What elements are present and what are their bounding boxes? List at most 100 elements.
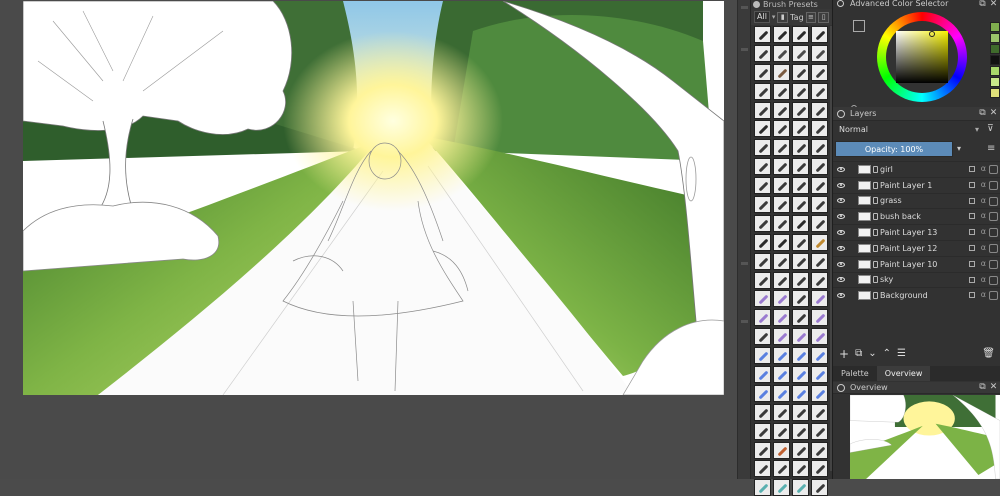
layer-name[interactable]: Paint Layer 13 bbox=[880, 228, 937, 237]
brush-preset[interactable] bbox=[773, 328, 790, 346]
brush-preset[interactable] bbox=[792, 441, 809, 459]
layer-row[interactable]: Paint Layer 13 α bbox=[833, 224, 1000, 240]
brush-preset[interactable] bbox=[773, 252, 790, 270]
brush-preset[interactable] bbox=[792, 177, 809, 195]
brush-preset[interactable] bbox=[792, 233, 809, 251]
brush-preset[interactable] bbox=[754, 82, 771, 100]
layer-name[interactable]: Paint Layer 1 bbox=[880, 181, 932, 190]
color-swatch[interactable] bbox=[990, 66, 1000, 76]
brush-preset[interactable] bbox=[811, 479, 828, 496]
duplicate-layer-icon[interactable]: ⧉ bbox=[855, 345, 862, 363]
brush-preset[interactable] bbox=[792, 366, 809, 384]
brush-preset[interactable] bbox=[773, 120, 790, 138]
brush-preset[interactable] bbox=[792, 309, 809, 327]
brush-preset[interactable] bbox=[754, 328, 771, 346]
inherit-alpha-icon[interactable] bbox=[989, 196, 998, 206]
float-docker-icon[interactable]: ⧉ bbox=[978, 383, 987, 392]
lock-icon[interactable] bbox=[969, 181, 975, 188]
close-icon[interactable]: ✕ bbox=[989, 383, 998, 392]
brush-preset[interactable] bbox=[754, 422, 771, 440]
brush-preset[interactable] bbox=[792, 290, 809, 308]
brush-preset[interactable] bbox=[754, 139, 771, 157]
layer-name[interactable]: Background bbox=[880, 291, 928, 300]
brush-preset[interactable] bbox=[792, 101, 809, 119]
brush-preset[interactable] bbox=[792, 347, 809, 365]
layer-name[interactable]: Paint Layer 12 bbox=[880, 244, 937, 253]
brush-preset[interactable] bbox=[792, 252, 809, 270]
brush-preset[interactable] bbox=[811, 139, 828, 157]
saturation-value-square[interactable] bbox=[896, 31, 948, 83]
brush-preset[interactable] bbox=[811, 214, 828, 232]
alpha-lock-icon[interactable]: α bbox=[981, 196, 986, 205]
float-docker-icon[interactable]: ⧉ bbox=[978, 109, 987, 118]
layer-menu-icon[interactable]: ≡ bbox=[987, 143, 999, 155]
brush-preset[interactable] bbox=[754, 44, 771, 62]
inherit-alpha-icon[interactable] bbox=[989, 228, 998, 238]
brush-preset[interactable] bbox=[811, 271, 828, 289]
brush-preset[interactable] bbox=[754, 403, 771, 421]
brush-preset[interactable] bbox=[773, 422, 790, 440]
alpha-lock-icon[interactable]: α bbox=[981, 227, 986, 236]
color-settings-icon[interactable] bbox=[853, 20, 865, 32]
brush-preset[interactable] bbox=[792, 26, 809, 43]
brush-preset[interactable] bbox=[811, 328, 828, 346]
brush-preset[interactable] bbox=[754, 158, 771, 176]
color-swatch[interactable] bbox=[990, 22, 1000, 32]
brush-preset[interactable] bbox=[811, 63, 828, 81]
brush-preset[interactable] bbox=[792, 271, 809, 289]
filter-icon[interactable]: ⊽ bbox=[987, 124, 997, 134]
alpha-lock-icon[interactable]: α bbox=[981, 275, 986, 284]
layer-row[interactable]: sky α bbox=[833, 271, 1000, 288]
brush-preset[interactable] bbox=[773, 196, 790, 214]
brush-preset[interactable] bbox=[773, 403, 790, 421]
inherit-alpha-icon[interactable] bbox=[989, 212, 998, 222]
brush-preset[interactable] bbox=[773, 44, 790, 62]
brush-preset[interactable] bbox=[773, 309, 790, 327]
move-up-icon[interactable]: ⌃ bbox=[883, 345, 891, 363]
brush-preset[interactable] bbox=[792, 196, 809, 214]
layer-row[interactable]: Paint Layer 12 α bbox=[833, 239, 1000, 256]
brush-preset[interactable] bbox=[811, 196, 828, 214]
brush-preset[interactable] bbox=[754, 177, 771, 195]
color-swatch[interactable] bbox=[990, 33, 1000, 43]
brush-preset[interactable] bbox=[792, 479, 809, 496]
brush-preset[interactable] bbox=[811, 233, 828, 251]
brush-preset[interactable] bbox=[773, 101, 790, 119]
brush-preset[interactable] bbox=[754, 26, 771, 43]
lock-icon[interactable] bbox=[969, 213, 975, 220]
delete-layer-icon[interactable]: 🗑 bbox=[982, 345, 995, 363]
brush-preset[interactable] bbox=[792, 139, 809, 157]
list-view-icon[interactable]: ≡ bbox=[805, 11, 817, 23]
brush-preset[interactable] bbox=[754, 366, 771, 384]
inherit-alpha-icon[interactable] bbox=[989, 275, 998, 285]
lock-icon[interactable] bbox=[969, 244, 975, 251]
layer-properties-icon[interactable]: ☰ bbox=[897, 345, 906, 363]
layer-row[interactable]: grass α bbox=[833, 192, 1000, 209]
layer-name[interactable]: grass bbox=[880, 196, 902, 205]
docker-splitter[interactable] bbox=[737, 0, 750, 479]
eye-icon[interactable] bbox=[837, 261, 845, 267]
eye-icon[interactable] bbox=[837, 166, 845, 172]
brush-preset[interactable] bbox=[792, 460, 809, 478]
brush-preset[interactable] bbox=[811, 441, 828, 459]
eye-icon[interactable] bbox=[837, 230, 845, 236]
brush-filter-select[interactable]: All bbox=[754, 11, 770, 23]
layer-name[interactable]: sky bbox=[880, 275, 893, 284]
overview-thumbnail[interactable] bbox=[850, 395, 1000, 479]
alpha-lock-icon[interactable]: α bbox=[981, 180, 986, 189]
opacity-slider[interactable]: Opacity: 100% bbox=[835, 141, 953, 157]
brush-preset[interactable] bbox=[773, 271, 790, 289]
brush-preset[interactable] bbox=[792, 328, 809, 346]
lock-icon[interactable] bbox=[969, 276, 975, 283]
brush-preset[interactable] bbox=[754, 460, 771, 478]
brush-preset[interactable] bbox=[792, 63, 809, 81]
brush-preset[interactable] bbox=[754, 384, 771, 402]
eye-icon[interactable] bbox=[837, 277, 845, 283]
layer-row[interactable]: Paint Layer 10 α bbox=[833, 255, 1000, 272]
inherit-alpha-icon[interactable] bbox=[989, 243, 998, 253]
brush-preset[interactable] bbox=[773, 233, 790, 251]
brush-preset[interactable] bbox=[773, 441, 790, 459]
brush-preset[interactable] bbox=[811, 101, 828, 119]
brush-preset[interactable] bbox=[811, 347, 828, 365]
brush-preset[interactable] bbox=[754, 290, 771, 308]
